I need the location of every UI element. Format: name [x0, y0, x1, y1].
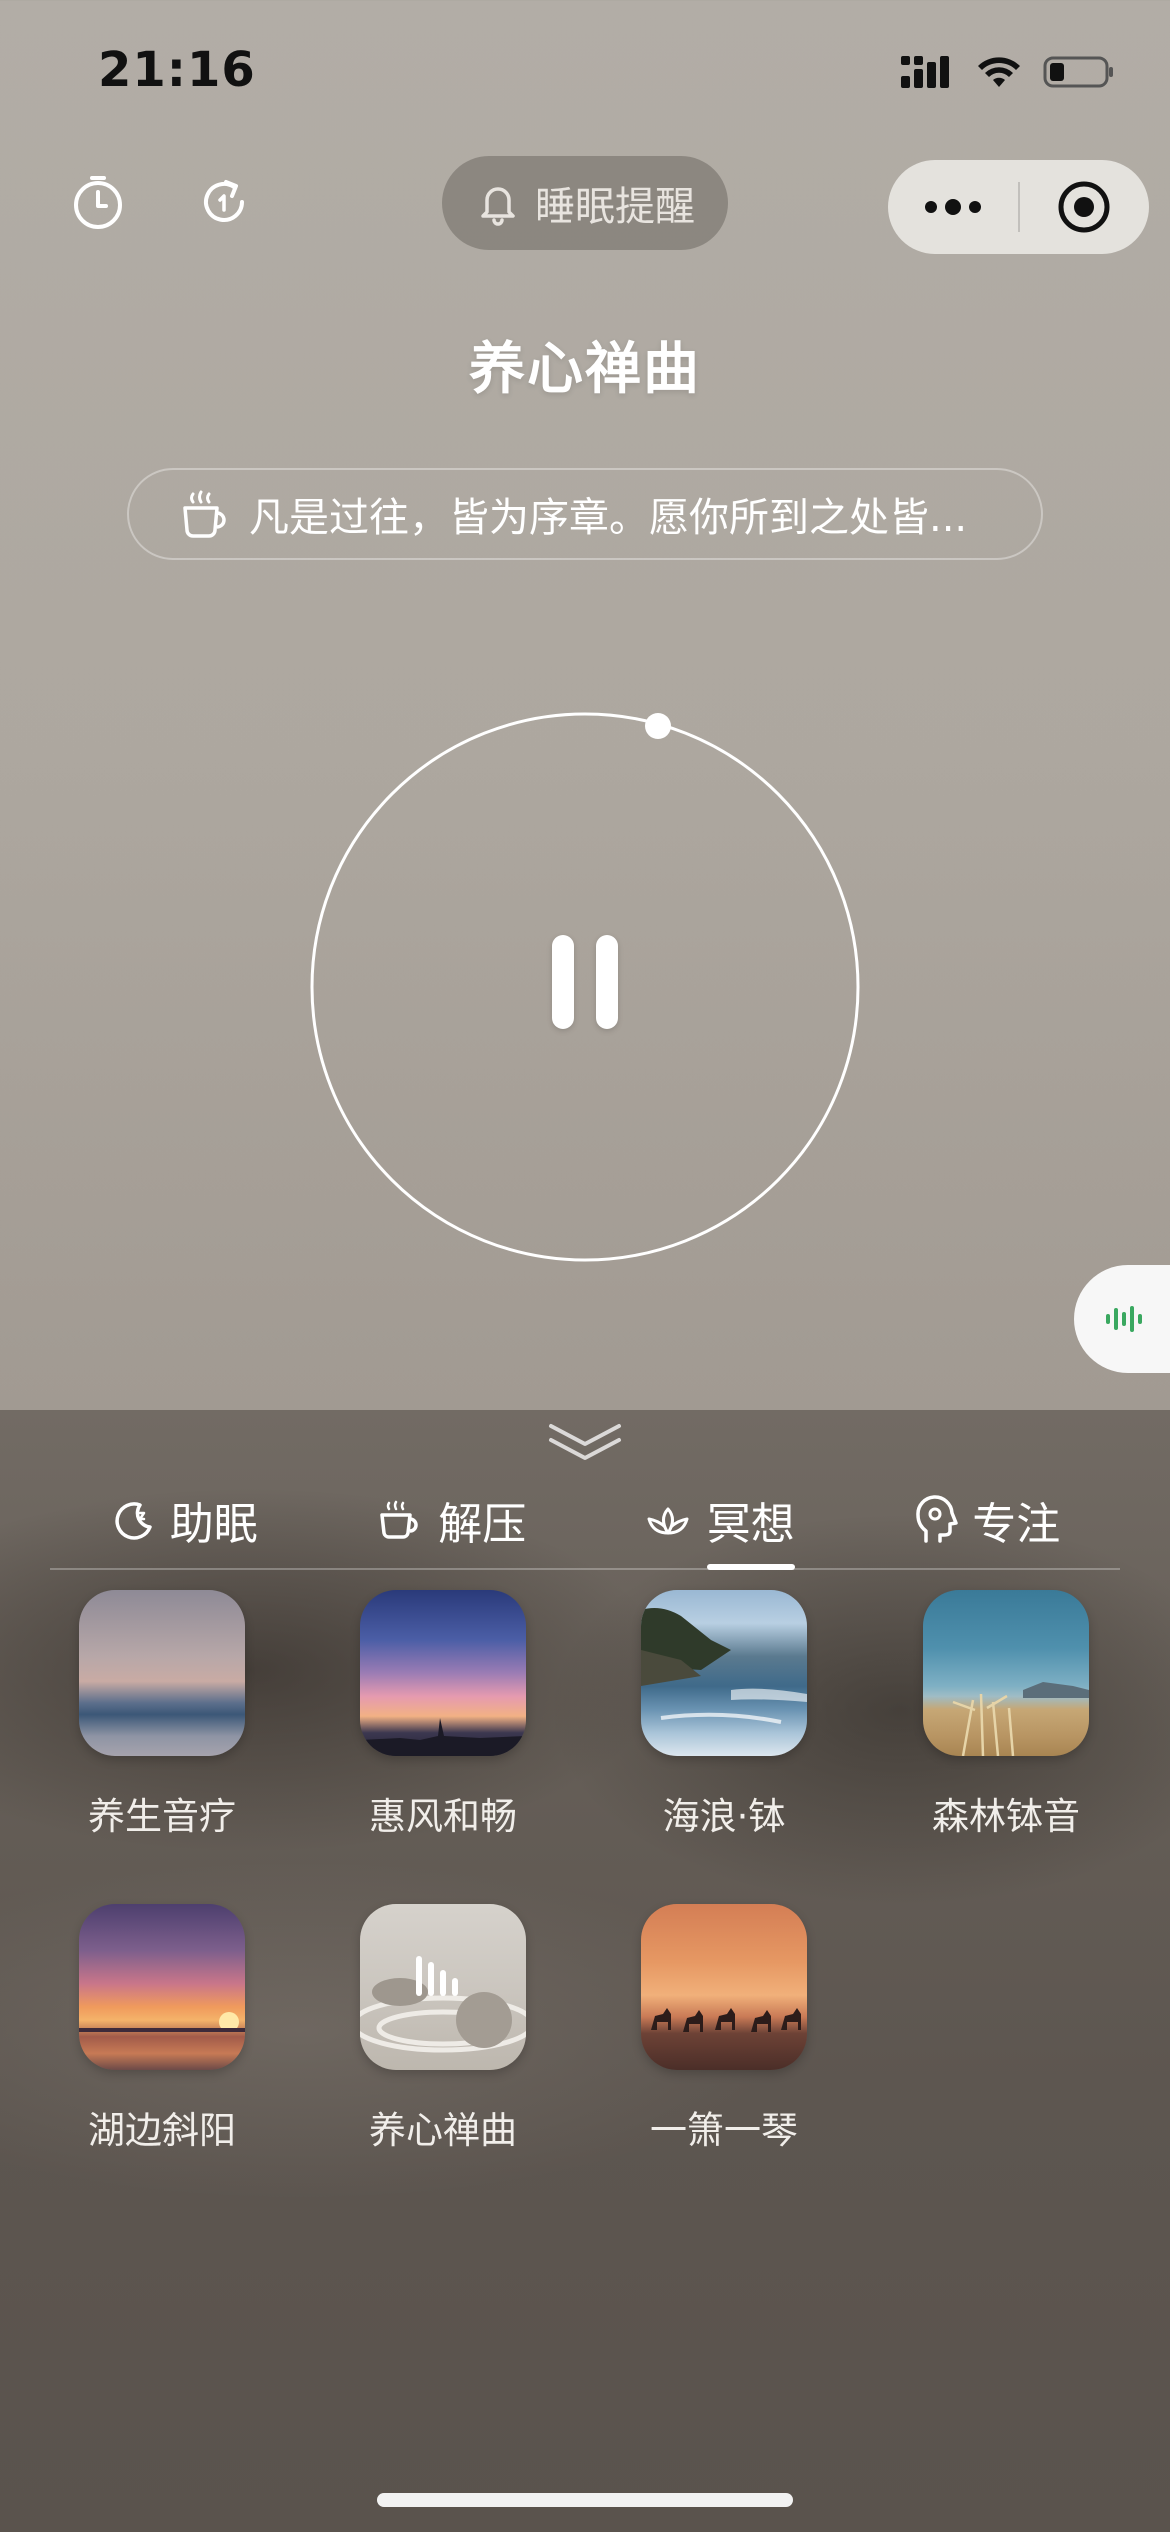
track-card[interactable]: 养生音疗: [42, 1590, 282, 1840]
tab-sleep-label: 助眠: [169, 1499, 258, 1550]
sound-wave-icon: [1106, 1306, 1142, 1332]
more-menu-button[interactable]: [888, 160, 1018, 254]
coffee-cup-icon: [183, 490, 226, 538]
track-label: 湖边斜阳: [88, 2109, 236, 2152]
tab-sleep[interactable]: 助眠: [50, 1470, 318, 1570]
category-tabs: 助眠 解压 冥想 专注: [50, 1470, 1120, 1570]
track-card[interactable]: 湖边斜阳: [42, 1904, 282, 2154]
track-card[interactable]: 养心禅曲: [323, 1904, 563, 2154]
mini-program-capsule: [888, 160, 1149, 254]
tab-meditation[interactable]: 冥想: [585, 1470, 853, 1570]
bell-icon: [481, 187, 515, 226]
track-label: 养生音疗: [88, 1795, 236, 1838]
pause-button[interactable]: [540, 935, 630, 1035]
track-thumbnail: [79, 1904, 245, 2070]
tab-relax[interactable]: 解压: [318, 1470, 586, 1570]
sleep-reminder-label: 睡眠提醒: [535, 184, 695, 230]
track-thumbnail: [360, 1590, 526, 1756]
track-title: 养心禅曲: [469, 337, 701, 402]
track-label: 惠风和畅: [369, 1795, 517, 1838]
track-thumbnail: [923, 1590, 1089, 1756]
sleep-timer-button[interactable]: [64, 168, 132, 236]
track-label: 海浪·钵: [662, 1795, 786, 1838]
head-icon: [916, 1495, 958, 1543]
pause-icon-bar-right: [596, 935, 618, 1029]
progress-knob[interactable]: [645, 713, 671, 739]
collapse-chevron-icon[interactable]: [545, 1418, 625, 1468]
track-label: 森林钵音: [932, 1795, 1080, 1838]
wifi-icon: [978, 57, 1020, 87]
moon-icon: [115, 1502, 152, 1540]
track-thumbnail: [360, 1904, 526, 2070]
close-mini-program-button[interactable]: [1020, 160, 1150, 254]
replay-icon: [204, 180, 244, 222]
track-card[interactable]: 森林钵音: [886, 1590, 1126, 1840]
track-label: 一箫一琴: [650, 2109, 798, 2152]
replay-button[interactable]: [190, 168, 258, 236]
tab-relax-label: 解压: [438, 1499, 527, 1550]
track-card[interactable]: 海浪·钵: [604, 1590, 844, 1840]
status-time: 21:16: [98, 42, 256, 98]
cellular-signal-icon: [901, 56, 949, 88]
timer-icon: [74, 176, 122, 229]
status-indicators: [899, 54, 1115, 90]
target-close-icon: [1058, 181, 1110, 233]
quote-text: 凡是过往，皆为序章。愿你所到之处皆...: [249, 495, 968, 541]
audio-wave-floating-button[interactable]: [1074, 1265, 1170, 1373]
home-indicator[interactable]: [377, 2493, 793, 2507]
track-thumbnail: [79, 1590, 245, 1756]
battery-icon: [1043, 56, 1113, 88]
coffee-cup-icon: [380, 1500, 418, 1539]
tab-focus[interactable]: 专注: [853, 1470, 1121, 1570]
tabs-divider: [50, 1568, 1120, 1570]
pause-icon-bar-left: [552, 935, 574, 1029]
tab-focus-label: 专注: [972, 1499, 1061, 1550]
track-label: 养心禅曲: [369, 2109, 517, 2152]
more-dots-icon: [924, 199, 981, 215]
track-card[interactable]: 一箫一琴: [604, 1904, 844, 2154]
quote-banner[interactable]: 凡是过往，皆为序章。愿你所到之处皆...: [127, 468, 1043, 560]
track-card[interactable]: 惠风和畅: [323, 1590, 563, 1840]
tab-meditation-label: 冥想: [706, 1488, 795, 1570]
sleep-reminder-button[interactable]: 睡眠提醒: [442, 156, 728, 250]
lotus-icon: [647, 1507, 689, 1535]
track-thumbnail: [641, 1590, 807, 1756]
track-thumbnail: [641, 1904, 807, 2070]
